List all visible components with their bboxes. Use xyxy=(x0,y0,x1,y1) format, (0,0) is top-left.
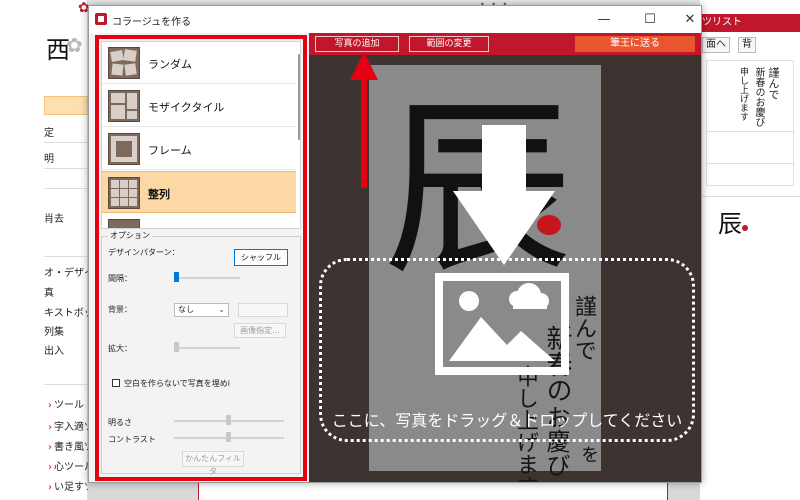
scrollbar-thumb[interactable] xyxy=(298,54,300,140)
selected-menu-row[interactable] xyxy=(44,96,88,115)
bottom-strip xyxy=(88,482,700,500)
add-photo-button[interactable]: 写真の追加 xyxy=(315,36,399,52)
left-menu-item[interactable]: 定 xyxy=(44,124,54,139)
chevron-down-icon: ⌄ xyxy=(218,305,225,314)
right-button[interactable]: 背 xyxy=(738,37,756,53)
title-bar[interactable]: コラージュを作る — ☐ ✕ xyxy=(89,6,701,33)
pattern-label: 整列 xyxy=(148,188,170,201)
pattern-list[interactable]: ランダム モザイクタイル フレーム 整列 xyxy=(101,41,301,229)
background-select[interactable]: なし ⌄ xyxy=(174,303,229,317)
background-app-left: ✿ 西 ✿ 定 明 肖去 オ・デザイ 真 キストボック 列集 出入 ツール 字入… xyxy=(0,0,104,500)
left-menu-item[interactable]: 列集 xyxy=(44,323,64,338)
flower-icon: ✿ xyxy=(66,33,83,57)
pattern-icon xyxy=(108,219,140,228)
image-select-button[interactable]: 画像指定... xyxy=(234,323,286,338)
frame-pattern-icon xyxy=(108,133,140,165)
background-app-right: ツリスト 面へ 背 謹んで 新春のお慶び 申し上げます 辰 xyxy=(700,0,800,500)
spacing-label: 間隔： xyxy=(108,274,132,283)
left-menu-item[interactable]: 真 xyxy=(44,284,54,299)
pattern-label: ランダム xyxy=(148,58,192,71)
change-range-button[interactable]: 範囲の変更 xyxy=(409,36,489,52)
pattern-panel: ランダム モザイクタイル フレーム 整列 オプション デザインパターン： シャッ… xyxy=(95,35,307,481)
grid-pattern-icon xyxy=(108,177,140,209)
right-tab[interactable]: ツリスト xyxy=(700,14,800,32)
minimize-button[interactable]: — xyxy=(581,6,627,33)
background-label: 背景： xyxy=(108,305,132,314)
arrow-down-icon xyxy=(453,125,555,265)
arrow-up-icon xyxy=(350,52,378,188)
app-icon xyxy=(95,13,107,25)
pattern-item-frame[interactable]: フレーム xyxy=(102,128,296,170)
send-to-fudeoh-button[interactable]: 筆王に送る xyxy=(575,36,695,52)
brightness-label: 明るさ xyxy=(108,418,132,427)
spacing-slider[interactable] xyxy=(174,277,240,279)
card-text: 謹んで xyxy=(767,67,780,100)
spacing-slider-thumb[interactable] xyxy=(174,272,179,282)
pattern-label: フレーム xyxy=(148,144,192,157)
random-pattern-icon xyxy=(108,47,140,79)
drop-instruction: ここに、写真をドラッグ＆ドロップしてください xyxy=(331,411,683,430)
design-pattern-label: デザインパターン： xyxy=(108,248,180,257)
left-menu-item[interactable]: 肖去 xyxy=(44,210,64,225)
pattern-item-grid[interactable]: 整列 xyxy=(102,171,296,213)
left-menu-item[interactable]: 出入 xyxy=(44,342,64,357)
contrast-label: コントラスト xyxy=(108,435,156,444)
left-menu-item[interactable]: 明 xyxy=(44,150,54,165)
options-title: オプション xyxy=(108,230,152,241)
left-menu-item[interactable]: オ・デザイ xyxy=(44,264,94,279)
window-title: コラージュを作る xyxy=(112,17,192,28)
template-card[interactable]: 謹んで 新春のお慶び 申し上げます xyxy=(706,60,795,186)
right-button[interactable]: 面へ xyxy=(702,37,730,53)
card-text: 申し上げます xyxy=(738,67,748,121)
options-group: オプション デザインパターン： シャッフル 間隔： 背景： なし ⌄ 画像指定.… xyxy=(101,230,301,476)
image-icon xyxy=(435,273,569,375)
zoom-slider[interactable] xyxy=(174,347,240,349)
collage-dialog: コラージュを作る — ☐ ✕ ランダム モザイクタイル フレーム 整列 オプショ… xyxy=(88,5,702,483)
fill-checkbox-label: 空白を作らないで写真を埋めi xyxy=(124,379,230,388)
calligraphy-text: を xyxy=(578,445,599,463)
pattern-label: モザイクタイル xyxy=(148,101,225,114)
close-button[interactable]: ✕ xyxy=(667,6,713,33)
brightness-slider-thumb[interactable] xyxy=(226,415,231,425)
pattern-item-mosaic[interactable]: モザイクタイル xyxy=(102,85,296,127)
background-select-value: なし xyxy=(178,305,194,314)
contrast-slider-thumb[interactable] xyxy=(226,432,231,442)
pattern-item-partial[interactable] xyxy=(102,215,296,228)
shuffle-button[interactable]: シャッフル xyxy=(234,249,288,266)
fill-checkbox[interactable] xyxy=(112,379,120,387)
zoom-slider-thumb[interactable] xyxy=(174,342,179,352)
tool-item[interactable]: ツール xyxy=(48,396,84,411)
background-color-box[interactable] xyxy=(238,303,288,317)
mosaic-pattern-icon xyxy=(108,90,140,122)
right-glyph: 辰 xyxy=(718,204,748,239)
card-text: 新春のお慶び xyxy=(753,67,764,127)
quick-filter-button[interactable]: かんたんフィルタ xyxy=(182,451,244,476)
pattern-item-random[interactable]: ランダム xyxy=(102,42,296,84)
zoom-label: 拡大： xyxy=(108,344,132,353)
